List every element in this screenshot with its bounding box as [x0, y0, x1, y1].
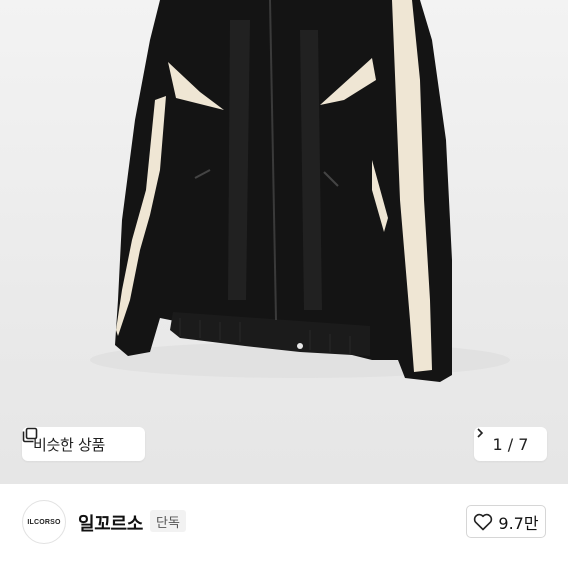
similar-products-button[interactable]: 비슷한 상품 — [22, 427, 145, 461]
chevron-right-icon — [477, 428, 484, 438]
heart-outline-icon — [474, 513, 493, 530]
jacket-image — [90, 0, 510, 382]
seller-bar: ILCORSO 일꼬르소 단독 9.7만 — [0, 484, 568, 568]
shop-logo-text: ILCORSO — [27, 518, 61, 526]
image-counter-text: 1 / 7 — [492, 434, 529, 454]
stacked-squares-icon — [22, 427, 38, 443]
like-button[interactable]: 9.7만 — [466, 505, 546, 538]
shop-name[interactable]: 일꼬르소 — [78, 510, 143, 536]
shop-avatar[interactable]: ILCORSO — [22, 500, 66, 544]
similar-products-label: 비슷한 상품 — [33, 435, 105, 454]
exclusive-badge: 단독 — [150, 510, 186, 532]
like-count: 9.7만 — [498, 513, 539, 533]
image-counter[interactable]: 1 / 7 — [474, 427, 547, 461]
product-photo[interactable]: 비슷한 상품 1 / 7 — [0, 0, 568, 484]
